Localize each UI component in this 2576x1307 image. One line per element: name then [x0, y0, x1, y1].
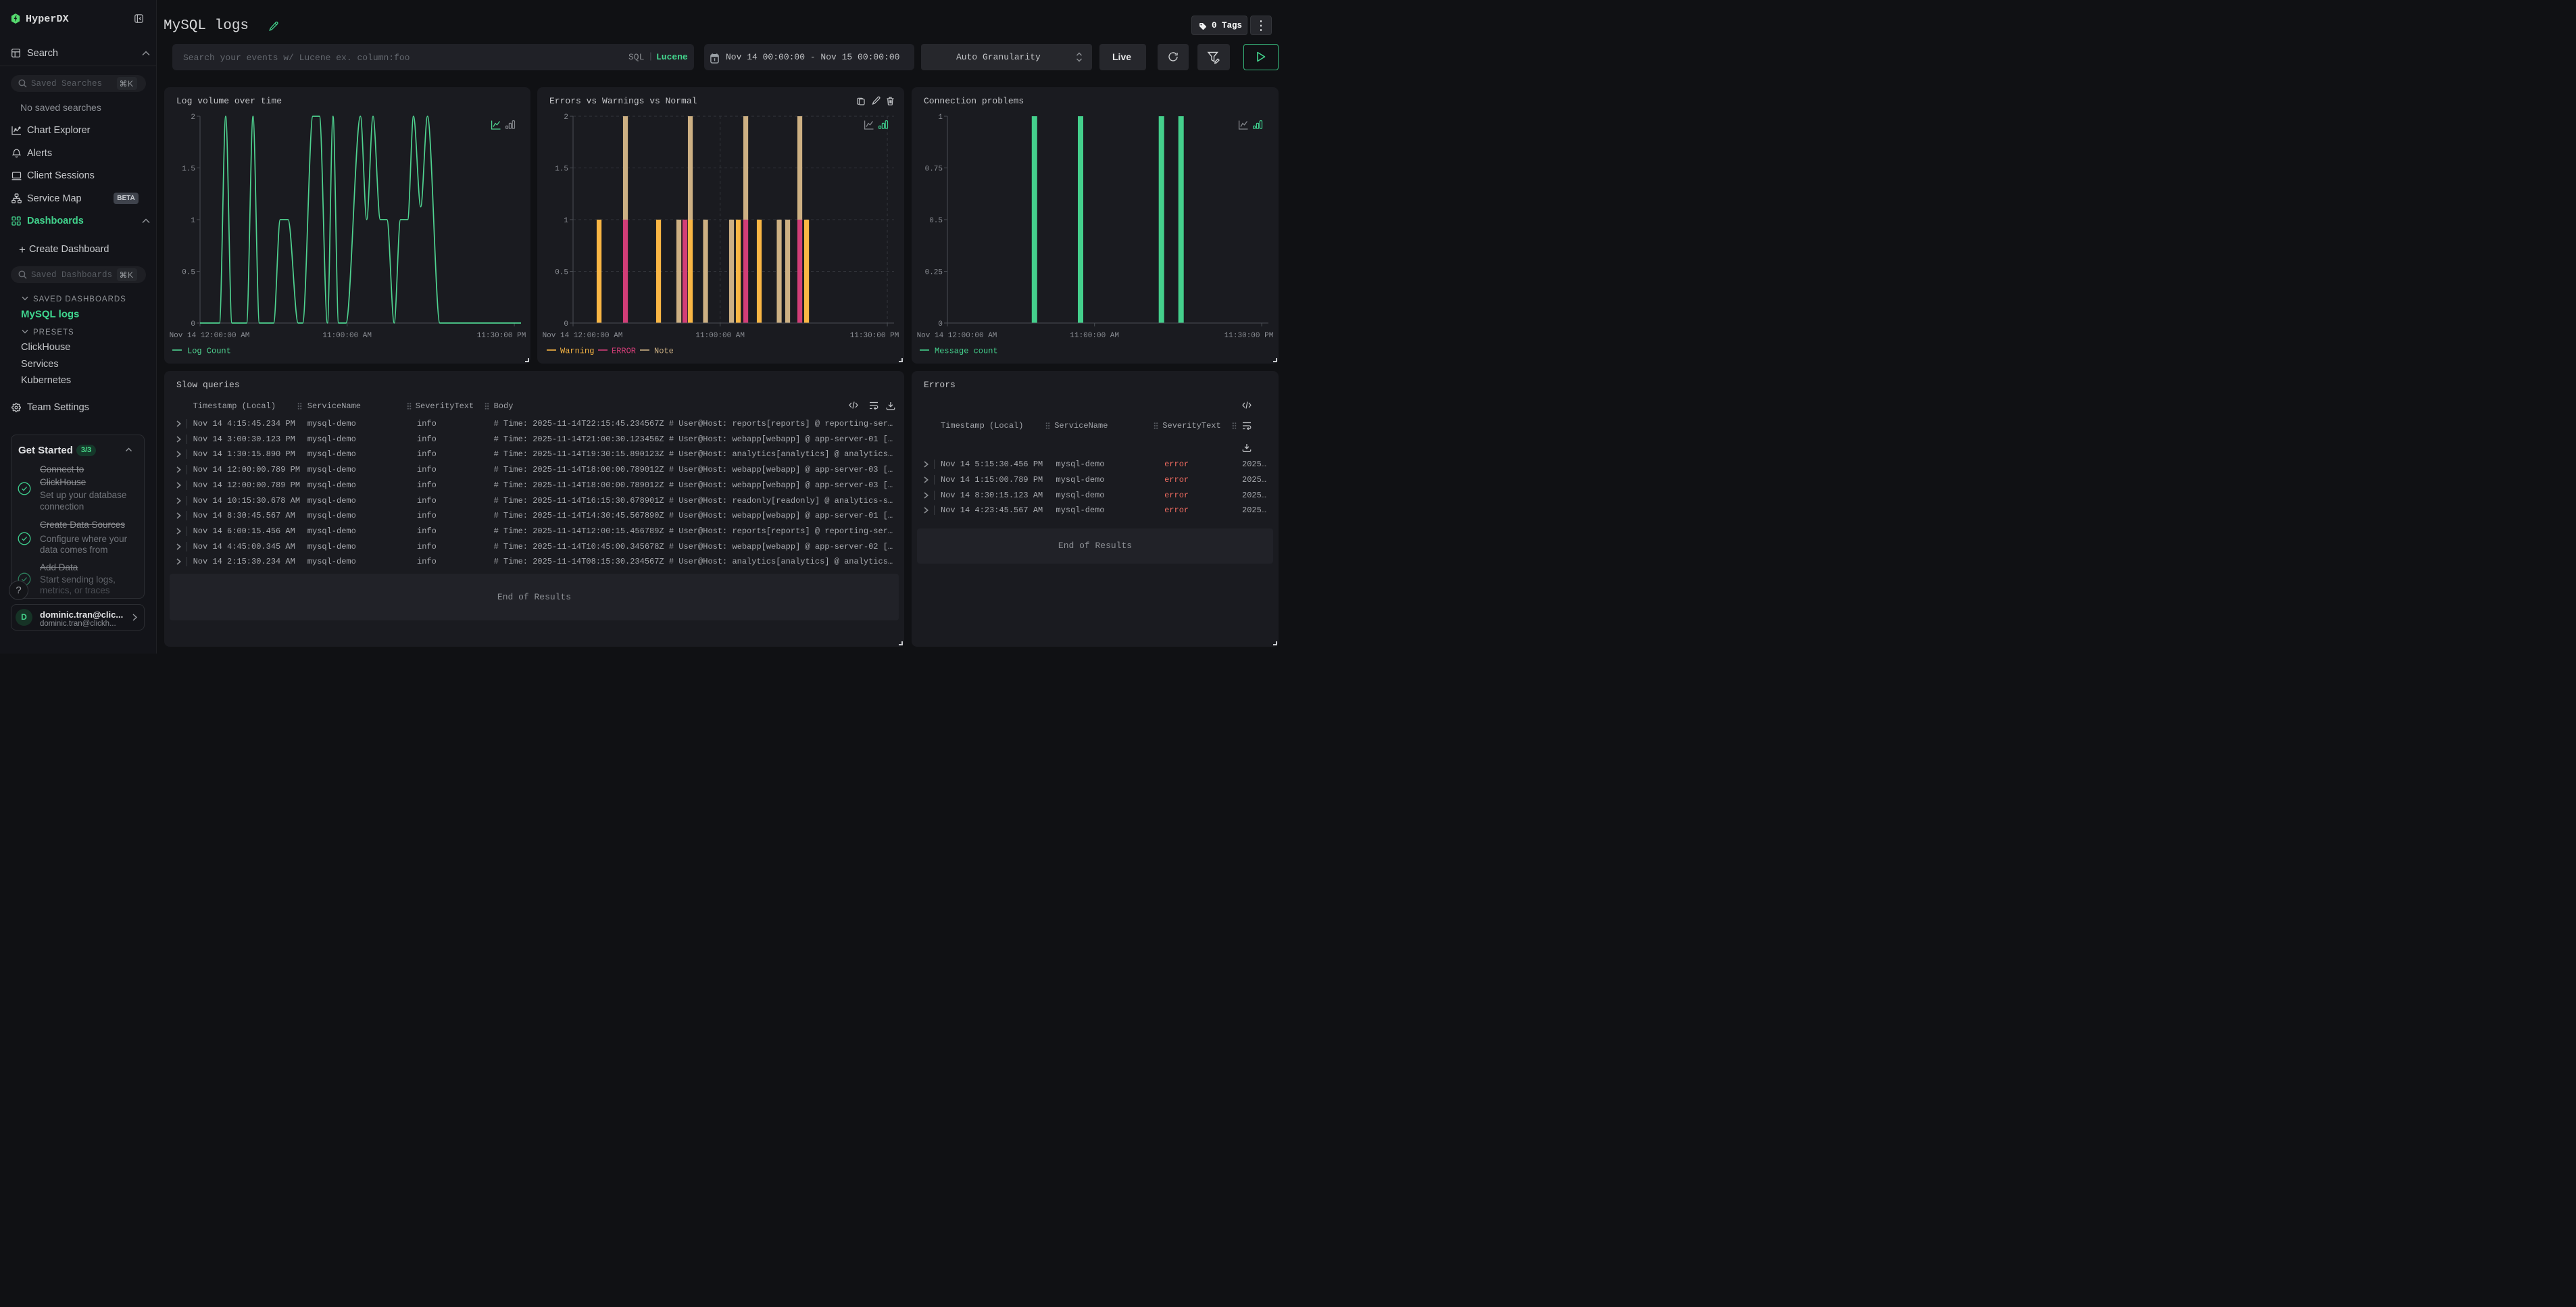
svg-text:2: 2 — [191, 114, 195, 122]
svg-text:0: 0 — [938, 320, 943, 328]
svg-text:11:00:00 AM: 11:00:00 AM — [695, 332, 745, 340]
svg-text:0.5: 0.5 — [182, 269, 195, 277]
svg-text:1.5: 1.5 — [182, 166, 195, 174]
svg-text:Log Count: Log Count — [187, 347, 231, 356]
svg-text:1.5: 1.5 — [555, 166, 568, 174]
svg-text:Note: Note — [654, 347, 674, 356]
svg-text:Nov 14 12:00:00 AM: Nov 14 12:00:00 AM — [917, 332, 997, 340]
svg-text:Message count: Message count — [935, 347, 998, 356]
svg-text:ERROR: ERROR — [612, 347, 636, 356]
svg-text:11:00:00 AM: 11:00:00 AM — [1070, 332, 1119, 340]
svg-text:0.5: 0.5 — [555, 269, 568, 277]
svg-text:0.25: 0.25 — [925, 269, 943, 277]
svg-text:Nov 14 12:00:00 AM: Nov 14 12:00:00 AM — [543, 332, 623, 340]
svg-text:2: 2 — [564, 114, 568, 122]
svg-text:Nov 14 12:00:00 AM: Nov 14 12:00:00 AM — [170, 332, 250, 340]
svg-text:11:00:00 AM: 11:00:00 AM — [322, 332, 372, 340]
svg-text:11:30:00 PM: 11:30:00 PM — [477, 332, 526, 340]
svg-text:0: 0 — [191, 320, 195, 328]
svg-text:1: 1 — [191, 217, 195, 225]
svg-text:1: 1 — [564, 217, 568, 225]
svg-text:Warning: Warning — [560, 347, 594, 356]
svg-text:11:30:00 PM: 11:30:00 PM — [850, 332, 899, 340]
svg-text:0: 0 — [564, 320, 568, 328]
svg-text:11:30:00 PM: 11:30:00 PM — [1224, 332, 1274, 340]
svg-text:1: 1 — [938, 114, 943, 122]
svg-text:0.5: 0.5 — [929, 217, 943, 225]
svg-text:0.75: 0.75 — [925, 166, 943, 174]
